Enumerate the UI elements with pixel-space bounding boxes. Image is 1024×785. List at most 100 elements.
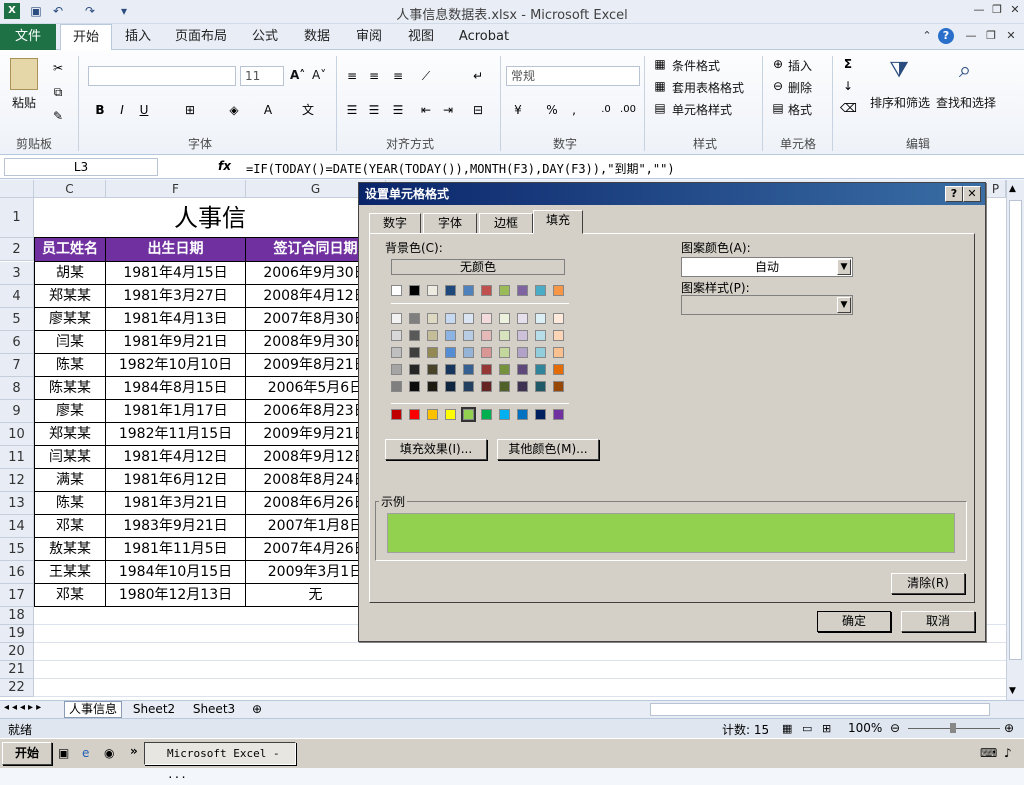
theme-shade-swatch[interactable] bbox=[499, 313, 510, 324]
table-cell[interactable]: 闫某 bbox=[34, 331, 106, 354]
insert-cells-icon[interactable]: ⊕ bbox=[770, 56, 786, 72]
increase-indent-icon[interactable]: ⇥ bbox=[440, 102, 456, 118]
sheet-tab[interactable]: Sheet2 bbox=[126, 702, 182, 716]
ok-button[interactable]: 确定 bbox=[817, 611, 891, 632]
theme-color-swatch[interactable] bbox=[391, 285, 402, 296]
theme-shade-swatch[interactable] bbox=[391, 381, 402, 392]
font-size-combo[interactable]: 11 bbox=[240, 66, 284, 86]
name-box[interactable]: L3 bbox=[4, 158, 158, 176]
theme-shade-swatch[interactable] bbox=[553, 381, 564, 392]
doc-minimize-icon[interactable]: — bbox=[962, 28, 980, 44]
clear-button[interactable]: 清除(R) bbox=[891, 573, 965, 594]
theme-shade-swatch[interactable] bbox=[535, 330, 546, 341]
dialog-close-button[interactable]: ✕ bbox=[963, 186, 981, 202]
theme-shade-swatch[interactable] bbox=[391, 313, 402, 324]
table-cell[interactable]: 1982年11月15日 bbox=[106, 423, 246, 446]
dialog-help-button[interactable]: ? bbox=[945, 186, 963, 202]
theme-shade-swatch[interactable] bbox=[517, 364, 528, 375]
horizontal-scrollbar[interactable] bbox=[650, 703, 990, 716]
column-header-f[interactable]: F bbox=[106, 180, 246, 198]
tab-font[interactable]: 字体 bbox=[423, 213, 477, 233]
row-header[interactable]: 5 bbox=[0, 308, 34, 331]
theme-shade-swatch[interactable] bbox=[427, 381, 438, 392]
theme-shade-swatch[interactable] bbox=[445, 347, 456, 358]
conditional-format-button[interactable]: 条件格式 bbox=[672, 57, 720, 74]
insert-function-icon[interactable]: fx bbox=[218, 159, 231, 173]
table-cell[interactable]: 1981年9月21日 bbox=[106, 331, 246, 354]
clear-icon[interactable]: ⌫ bbox=[840, 100, 857, 116]
theme-shade-swatch[interactable] bbox=[517, 330, 528, 341]
theme-shade-swatch[interactable] bbox=[445, 364, 456, 375]
tab-review[interactable]: 审阅 bbox=[348, 24, 390, 50]
normal-view-icon[interactable]: ▦ bbox=[782, 722, 792, 735]
autosum-button[interactable]: Σ bbox=[840, 56, 856, 72]
table-cell[interactable]: 王某某 bbox=[34, 561, 106, 584]
wrap-text-icon[interactable]: ↵ bbox=[470, 68, 486, 84]
table-cell[interactable]: 1984年10月15日 bbox=[106, 561, 246, 584]
theme-shade-swatch[interactable] bbox=[517, 347, 528, 358]
table-cell[interactable]: 陈某 bbox=[34, 354, 106, 377]
chevron-down-icon[interactable]: ▼ bbox=[837, 297, 851, 313]
theme-shade-swatch[interactable] bbox=[391, 364, 402, 375]
align-bottom-icon[interactable]: ≡ bbox=[390, 68, 406, 84]
theme-color-swatch[interactable] bbox=[553, 285, 564, 296]
tab-view[interactable]: 视图 bbox=[400, 24, 442, 50]
row-header[interactable]: 10 bbox=[0, 423, 34, 446]
merge-center-icon[interactable]: ⊟ bbox=[470, 102, 486, 118]
table-header-cell[interactable]: 员工姓名 bbox=[34, 238, 106, 262]
theme-shade-swatch[interactable] bbox=[409, 313, 420, 324]
theme-shade-swatch[interactable] bbox=[499, 330, 510, 341]
table-cell[interactable]: 1981年6月12日 bbox=[106, 469, 246, 492]
table-cell[interactable]: 陈某某 bbox=[34, 377, 106, 400]
keyboard-icon[interactable]: ⌨ bbox=[980, 746, 997, 760]
ribbon-collapse-icon[interactable]: ⌃ bbox=[918, 28, 936, 44]
theme-shade-swatch[interactable] bbox=[481, 381, 492, 392]
table-cell[interactable]: 廖某 bbox=[34, 400, 106, 423]
standard-color-swatch[interactable] bbox=[535, 409, 546, 420]
theme-shade-swatch[interactable] bbox=[463, 330, 474, 341]
theme-color-swatch[interactable] bbox=[481, 285, 492, 296]
page-break-view-icon[interactable]: ⊞ bbox=[822, 722, 831, 735]
table-cell[interactable]: 1981年4月13日 bbox=[106, 308, 246, 331]
table-cell[interactable]: 1983年9月21日 bbox=[106, 515, 246, 538]
row-header[interactable]: 18 bbox=[0, 607, 34, 625]
theme-shade-swatch[interactable] bbox=[445, 381, 456, 392]
cancel-button[interactable]: 取消 bbox=[901, 611, 975, 632]
sheet-tab-active[interactable]: 人事信息 bbox=[64, 701, 122, 718]
scroll-thumb[interactable] bbox=[1009, 200, 1022, 660]
find-select-icon[interactable]: ⌕ bbox=[950, 58, 980, 88]
scroll-down-icon[interactable]: ▼ bbox=[1009, 686, 1016, 696]
table-cell[interactable]: 邓某 bbox=[34, 515, 106, 538]
zoom-in-icon[interactable]: ⊕ bbox=[1004, 721, 1014, 735]
tab-border[interactable]: 边框 bbox=[479, 213, 533, 233]
table-cell[interactable]: 廖某某 bbox=[34, 308, 106, 331]
copy-icon[interactable]: ⧉ bbox=[50, 84, 66, 100]
theme-shade-swatch[interactable] bbox=[427, 347, 438, 358]
theme-color-swatch[interactable] bbox=[499, 285, 510, 296]
theme-color-swatch[interactable] bbox=[427, 285, 438, 296]
table-cell[interactable]: 1981年11月5日 bbox=[106, 538, 246, 561]
format-as-table-button[interactable]: 套用表格格式 bbox=[672, 79, 744, 96]
help-icon[interactable]: ? bbox=[938, 28, 954, 44]
theme-shade-swatch[interactable] bbox=[391, 347, 402, 358]
row-header[interactable]: 22 bbox=[0, 679, 34, 697]
theme-shade-swatch[interactable] bbox=[499, 364, 510, 375]
row-header[interactable]: 7 bbox=[0, 354, 34, 377]
orientation-icon[interactable]: ⟋ bbox=[418, 68, 434, 84]
standard-color-swatch[interactable] bbox=[427, 409, 438, 420]
zoom-slider-thumb[interactable] bbox=[950, 723, 956, 733]
cut-icon[interactable]: ✂ bbox=[50, 60, 66, 76]
theme-color-swatch[interactable] bbox=[517, 285, 528, 296]
format-cells-button[interactable]: 格式 bbox=[788, 101, 812, 118]
chevron-down-icon[interactable]: ▼ bbox=[837, 259, 851, 275]
row-header[interactable]: 17 bbox=[0, 584, 34, 607]
theme-shade-swatch[interactable] bbox=[499, 381, 510, 392]
fill-effects-button[interactable]: 填充效果(I)... bbox=[385, 439, 487, 460]
pattern-color-select[interactable]: 自动 bbox=[681, 257, 853, 277]
table-cell[interactable]: 1982年10月10日 bbox=[106, 354, 246, 377]
close-icon[interactable]: ✕ bbox=[1006, 2, 1024, 18]
doc-close-icon[interactable]: ✕ bbox=[1002, 28, 1020, 44]
standard-color-swatch[interactable] bbox=[517, 409, 528, 420]
fill-color-icon[interactable]: ◈ bbox=[226, 102, 242, 118]
row-header[interactable]: 4 bbox=[0, 285, 34, 308]
